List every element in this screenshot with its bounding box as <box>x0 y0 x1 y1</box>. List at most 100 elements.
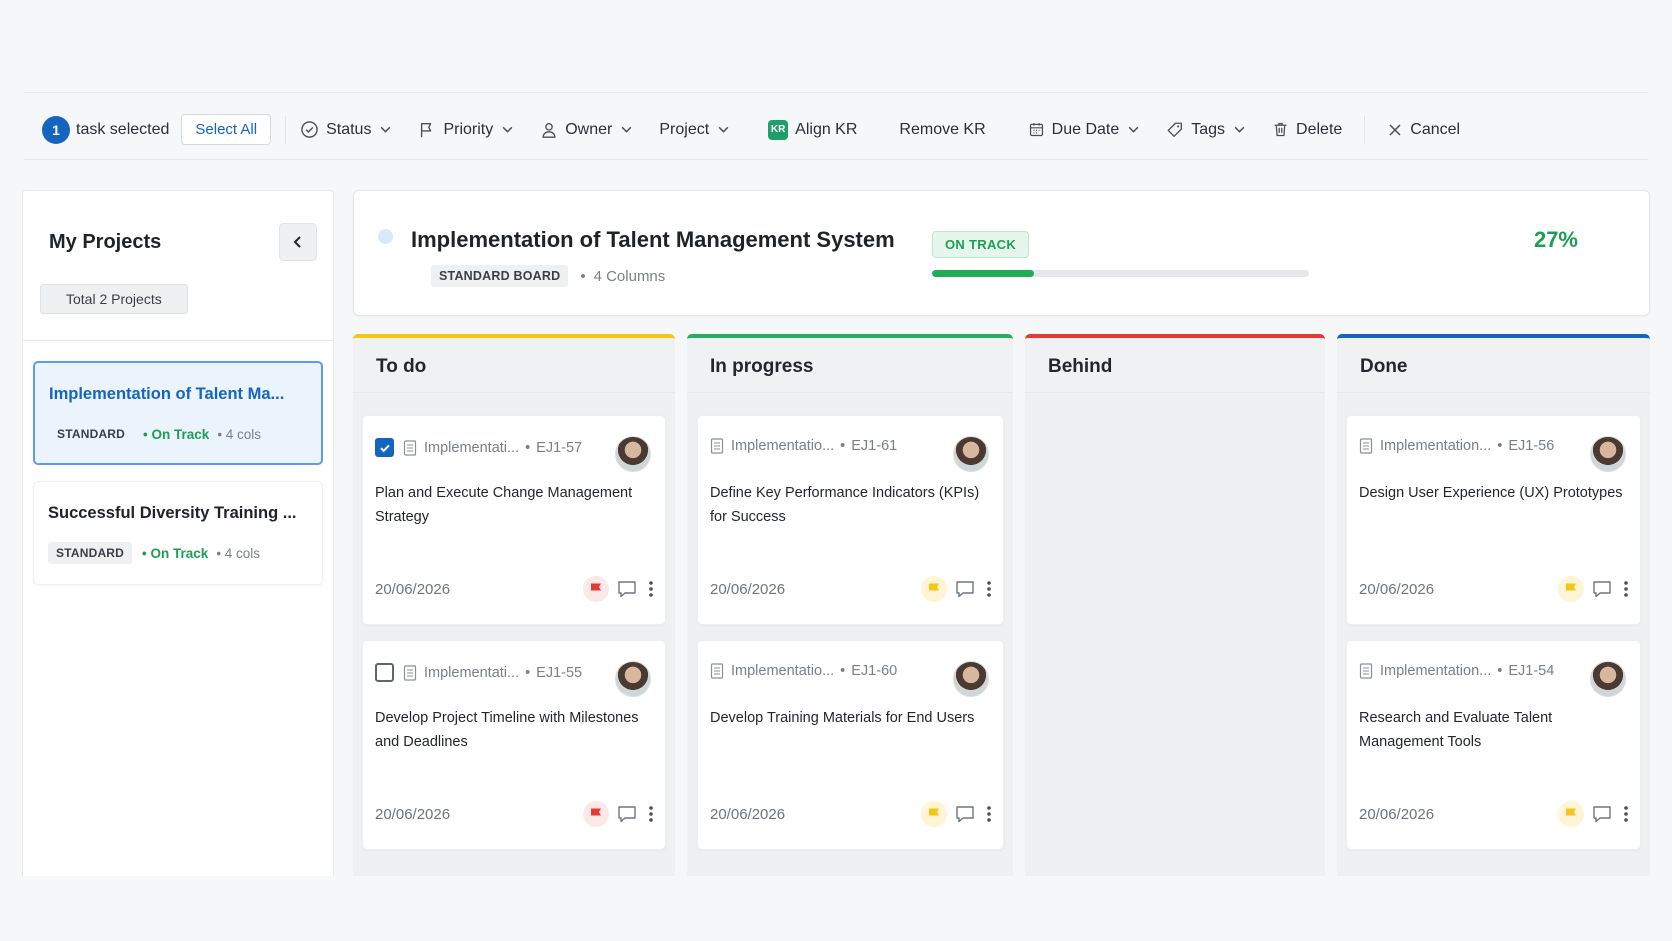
task-card[interactable]: Implementatio... • EJ1-61 Define Key Per… <box>697 415 1004 625</box>
assignee-avatar[interactable] <box>1590 436 1626 472</box>
task-card[interactable]: Implementation... • EJ1-54 Research and … <box>1346 640 1641 850</box>
card-due-date: 20/06/2026 <box>1359 806 1435 823</box>
tag-icon <box>1166 121 1184 139</box>
project-status: • On Track <box>143 426 210 442</box>
progress-percent: 27% <box>1533 227 1578 252</box>
assignee-avatar[interactable] <box>1590 661 1626 697</box>
assignee-avatar[interactable] <box>615 436 651 472</box>
project-status: • On Track <box>142 545 209 561</box>
document-icon <box>710 663 724 679</box>
column-header: To do <box>353 334 675 393</box>
card-title: Define Key Performance Indicators (KPIs)… <box>710 485 980 525</box>
card-meta: Implementation... • EJ1-56 <box>1359 438 1628 454</box>
card-meta: Implementati... • EJ1-55 <box>375 663 653 682</box>
delete-button[interactable]: Delete <box>1272 121 1342 139</box>
tags-dropdown[interactable]: Tags <box>1166 121 1246 139</box>
more-vertical-icon[interactable] <box>1624 580 1628 598</box>
priority-flag-button[interactable] <box>1558 576 1584 602</box>
card-project: Implementation... <box>1380 663 1492 679</box>
top-divider <box>24 92 1648 93</box>
card-actions <box>921 801 991 827</box>
project-dropdown[interactable]: Project <box>659 121 730 139</box>
column-header: Behind <box>1025 334 1325 393</box>
task-card[interactable]: Implementatio... • EJ1-60 Develop Traini… <box>697 640 1004 850</box>
due-date-dropdown[interactable]: Due Date <box>1028 121 1141 139</box>
chevron-down-icon <box>1127 123 1140 136</box>
flag-icon <box>1566 583 1576 595</box>
card-actions <box>1558 801 1628 827</box>
sidebar-title: My Projects <box>49 231 162 253</box>
card-project: Implementatio... <box>731 438 835 454</box>
more-vertical-icon[interactable] <box>987 580 991 598</box>
card-due-date: 20/06/2026 <box>1359 581 1435 598</box>
project-name: Successful Diversity Training ... <box>48 504 297 522</box>
project-board-meta: STANDARD BOARD • 4 Columns <box>431 265 665 287</box>
card-id: EJ1-57 <box>536 439 583 456</box>
collapse-sidebar-button[interactable] <box>279 223 317 261</box>
priority-flag-button[interactable] <box>583 801 609 827</box>
card-actions <box>583 801 653 827</box>
priority-flag-button[interactable] <box>921 801 947 827</box>
column-done: Done Implementation... • EJ1-56 Design U… <box>1337 334 1650 876</box>
comment-icon[interactable] <box>1592 580 1612 598</box>
card-title: Develop Training Materials for End Users <box>710 710 975 726</box>
priority-flag-button[interactable] <box>1558 801 1584 827</box>
card-id: EJ1-61 <box>851 438 898 454</box>
chevron-down-icon <box>717 123 730 136</box>
comment-icon[interactable] <box>617 805 637 823</box>
more-vertical-icon[interactable] <box>649 805 653 823</box>
assignee-avatar[interactable] <box>953 436 989 472</box>
status-label: Status <box>326 120 372 138</box>
column-header: Done <box>1337 334 1650 393</box>
progress-bar-fill <box>932 270 1034 277</box>
calendar-icon <box>1028 121 1045 138</box>
priority-dropdown[interactable]: Priority <box>418 121 514 139</box>
project-meta: STANDARD • On Track • 4 cols <box>49 423 261 445</box>
task-card[interactable]: Implementati... • EJ1-57 Plan and Execut… <box>362 415 666 625</box>
kr-badge-icon: KR <box>768 119 789 140</box>
assignee-avatar[interactable] <box>953 661 989 697</box>
status-dropdown[interactable]: Status <box>300 120 392 139</box>
owner-dropdown[interactable]: Owner <box>540 121 633 139</box>
meta-separator: • <box>1497 438 1503 454</box>
task-checkbox[interactable] <box>375 438 394 457</box>
card-due-date: 20/06/2026 <box>710 806 786 823</box>
more-vertical-icon[interactable] <box>1624 805 1628 823</box>
more-vertical-icon[interactable] <box>649 580 653 598</box>
remove-kr-button[interactable]: Remove KR <box>899 121 985 139</box>
comment-icon[interactable] <box>617 580 637 598</box>
column-header: In progress <box>687 334 1013 393</box>
column-todo: To do Implementati... • EJ1-57 Plan and … <box>353 334 675 876</box>
select-all-button[interactable]: Select All <box>181 114 272 145</box>
comment-icon[interactable] <box>955 580 975 598</box>
card-meta: Implementati... • EJ1-57 <box>375 438 653 457</box>
align-kr-button[interactable]: KR Align KR <box>768 119 857 140</box>
cancel-button[interactable]: Cancel <box>1387 121 1460 139</box>
chevron-down-icon <box>1233 123 1246 136</box>
more-vertical-icon[interactable] <box>987 805 991 823</box>
sidebar-project-item[interactable]: Successful Diversity Training ... STANDA… <box>33 481 323 585</box>
flag-icon <box>591 583 601 595</box>
comment-icon[interactable] <box>955 805 975 823</box>
task-card[interactable]: Implementation... • EJ1-56 Design User E… <box>1346 415 1641 625</box>
card-actions <box>1558 576 1628 602</box>
selection-count: 1 task selected <box>42 115 169 144</box>
task-card[interactable]: Implementati... • EJ1-55 Develop Project… <box>362 640 666 850</box>
priority-flag-button[interactable] <box>921 576 947 602</box>
board-type-badge: STANDARD BOARD <box>431 265 569 287</box>
sidebar-project-item[interactable]: Implementation of Talent Ma... STANDARD … <box>33 361 323 465</box>
column-behind: Behind <box>1025 334 1325 876</box>
remove-kr-label: Remove KR <box>899 120 986 138</box>
meta-separator: • <box>525 664 531 681</box>
document-icon <box>1359 663 1373 679</box>
priority-flag-button[interactable] <box>583 576 609 602</box>
comment-icon[interactable] <box>1592 805 1612 823</box>
document-icon <box>403 664 417 681</box>
assignee-avatar[interactable] <box>615 661 651 697</box>
flag-icon <box>929 808 939 820</box>
project-color-dot <box>378 229 393 244</box>
card-id: EJ1-54 <box>1508 663 1555 679</box>
sidebar-header: My Projects Total 2 Projects <box>23 191 333 341</box>
task-checkbox[interactable] <box>375 663 394 682</box>
selected-count-badge: 1 <box>42 115 70 144</box>
